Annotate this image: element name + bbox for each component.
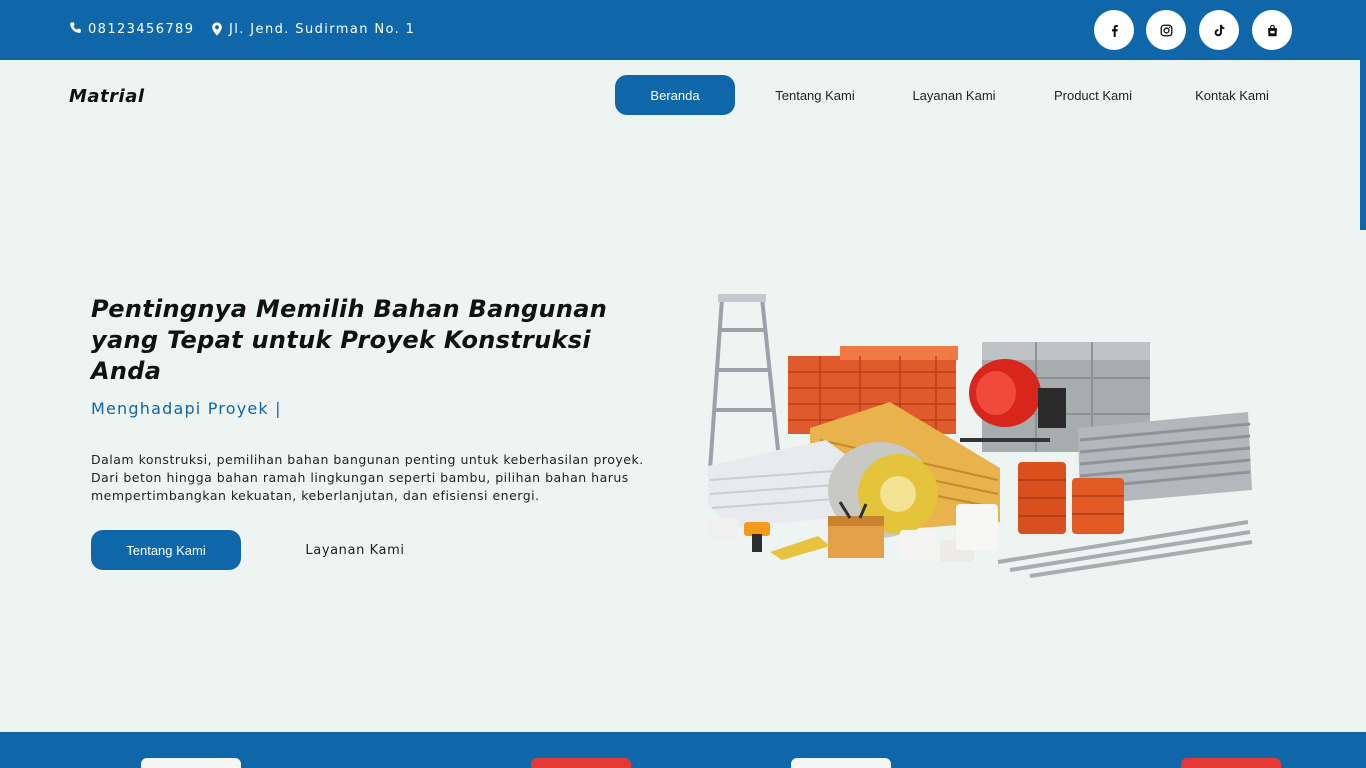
address-contact[interactable]: Jl. Jend. Sudirman No. 1 xyxy=(210,21,415,37)
shopping-bag-icon xyxy=(1267,24,1277,36)
hero-typing-text: Menghadapi Proyek | xyxy=(91,399,282,418)
nav-item-kontak-kami[interactable]: Kontak Kami xyxy=(1172,75,1292,115)
feature-card xyxy=(1181,758,1281,768)
nav-item-layanan-kami[interactable]: Layanan Kami xyxy=(894,75,1014,115)
building-materials-image xyxy=(708,294,1253,578)
instagram-button[interactable] xyxy=(1146,10,1186,50)
feature-card xyxy=(141,758,241,768)
facebook-icon xyxy=(1111,24,1118,37)
address-text: Jl. Jend. Sudirman No. 1 xyxy=(229,21,416,37)
nav-item-product-kami[interactable]: Product Kami xyxy=(1033,75,1153,115)
feature-card xyxy=(531,758,631,768)
hero-description: Dalam konstruksi, pemilihan bahan bangun… xyxy=(91,452,644,503)
floor-mat-illustration xyxy=(770,536,830,560)
facebook-button[interactable] xyxy=(1094,10,1134,50)
phone-icon xyxy=(69,21,85,37)
layanan-kami-button[interactable]: Layanan Kami xyxy=(280,530,430,570)
feature-card xyxy=(791,758,891,768)
scrollbar-thumb[interactable] xyxy=(1360,60,1366,230)
hero-title: Pentingnya Memilih Bahan Bangunan yang T… xyxy=(91,295,608,385)
shop-button[interactable] xyxy=(1252,10,1292,50)
tentang-kami-button[interactable]: Tentang Kami xyxy=(91,530,241,570)
ladder-illustration xyxy=(708,294,780,471)
phone-number: 08123456789 xyxy=(88,21,195,37)
brand-logo[interactable]: Matrial xyxy=(69,86,145,107)
instagram-icon xyxy=(1160,24,1172,36)
top-bar: 08123456789 Jl. Jend. Sudirman No. 1 xyxy=(0,0,1366,60)
power-drill-illustration xyxy=(744,522,770,552)
tiktok-icon xyxy=(1214,24,1224,36)
tiktok-button[interactable] xyxy=(1199,10,1239,50)
nav-item-tentang-kami[interactable]: Tentang Kami xyxy=(755,75,875,115)
map-marker-icon xyxy=(210,21,226,37)
nav-item-beranda[interactable]: Beranda xyxy=(615,75,735,115)
phone-contact[interactable]: 08123456789 xyxy=(69,21,194,37)
